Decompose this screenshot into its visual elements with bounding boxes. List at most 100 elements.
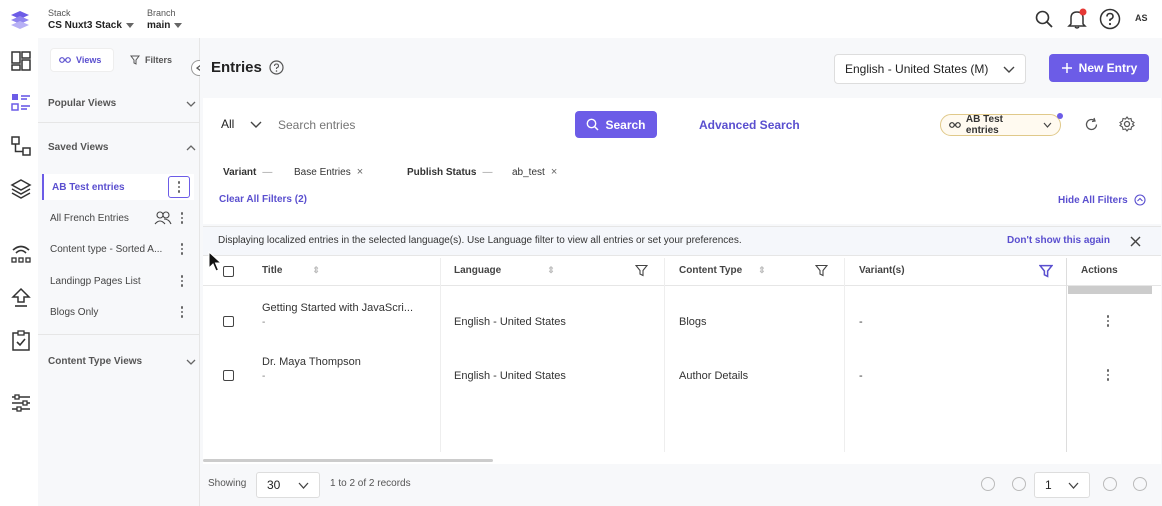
close-icon[interactable]	[1130, 236, 1141, 247]
clear-all-filters-link[interactable]: Clear All Filters (2)	[219, 194, 307, 205]
refresh-icon[interactable]	[1084, 117, 1099, 132]
more-options-icon[interactable]	[174, 272, 190, 290]
dashboard-icon[interactable]	[10, 50, 32, 72]
dont-show-again-link[interactable]: Don't show this again	[1007, 235, 1110, 246]
tab-filters[interactable]: Filters	[122, 48, 186, 72]
horizontal-scrollbar[interactable]	[203, 459, 493, 462]
column-header-language[interactable]: Language ⇕	[454, 265, 555, 276]
divider	[38, 334, 200, 335]
entry-title-link[interactable]: Dr. Maya Thompson	[262, 356, 361, 368]
stack-selector[interactable]: Stack CS Nuxt3 Stack	[48, 8, 134, 31]
entry-content-type: Author Details	[679, 370, 749, 382]
row-actions-icon[interactable]	[1100, 312, 1116, 330]
search-icon[interactable]	[1034, 9, 1054, 29]
column-header-variants[interactable]: Variant(s)	[859, 265, 905, 276]
tasks-icon[interactable]	[10, 330, 32, 352]
row-actions-icon[interactable]	[1100, 366, 1116, 384]
saved-view-item[interactable]: Blogs Only	[42, 299, 194, 325]
next-page-icon[interactable]	[1103, 477, 1117, 491]
previous-page-icon[interactable]	[1012, 477, 1026, 491]
filter-chip-variant-value[interactable]: Base Entries ×	[294, 164, 363, 180]
chevron-down-icon	[1043, 122, 1052, 128]
filter-variant-label: Variant	[223, 166, 257, 178]
saved-view-label: AB Test entries	[52, 181, 125, 193]
page-number-value: 1	[1045, 478, 1052, 492]
content-type-views-header[interactable]: Content Type Views	[48, 356, 196, 367]
assets-layers-icon[interactable]	[10, 178, 32, 200]
more-options-icon[interactable]	[174, 209, 190, 227]
advanced-search-link[interactable]: Advanced Search	[699, 118, 800, 132]
sort-icon[interactable]: ⇕	[547, 265, 555, 276]
releases-icon[interactable]	[10, 242, 32, 264]
close-icon[interactable]: ×	[551, 166, 557, 178]
bell-icon[interactable]	[1066, 8, 1088, 30]
entry-title-link[interactable]: Getting Started with JavaScri...	[262, 302, 413, 314]
hide-all-filters-link[interactable]: Hide All Filters	[1058, 194, 1146, 206]
search-input[interactable]	[278, 114, 558, 136]
search-icon	[587, 118, 600, 131]
chevron-down-icon	[1003, 66, 1015, 73]
chevron-up-circle-icon	[1134, 194, 1146, 206]
select-all-checkbox[interactable]	[223, 266, 234, 277]
saved-views-header[interactable]: Saved Views	[48, 142, 196, 153]
deploy-icon[interactable]	[10, 287, 32, 309]
filter-icon[interactable]	[815, 264, 828, 277]
gear-icon[interactable]	[1119, 116, 1135, 132]
current-view-pill[interactable]: AB Test entries	[940, 114, 1061, 136]
entry-language: English - United States	[454, 316, 566, 328]
chevron-up-icon	[186, 144, 196, 150]
app-logo-icon[interactable]	[8, 8, 32, 30]
chevron-down-icon	[186, 101, 196, 107]
filter-active-icon[interactable]	[1039, 264, 1053, 278]
search-scope-dropdown[interactable]: All	[221, 117, 262, 131]
tab-views[interactable]: Views	[50, 48, 114, 72]
more-options-icon[interactable]	[174, 303, 190, 321]
saved-view-item[interactable]: AB Test entries	[42, 174, 194, 200]
branch-label: Branch	[147, 8, 176, 18]
column-header-title[interactable]: Title ⇕	[262, 265, 320, 276]
saved-view-item[interactable]: All French Entries	[42, 205, 194, 231]
filter-icon[interactable]	[635, 264, 648, 277]
content-models-icon[interactable]	[10, 135, 32, 157]
sort-icon[interactable]: ⇕	[312, 265, 320, 276]
saved-view-item[interactable]: Content type - Sorted A...	[42, 236, 194, 262]
column-content-type-label: Content Type	[679, 265, 743, 276]
stack-label: Stack	[48, 8, 71, 18]
chevron-down-icon	[250, 121, 262, 128]
page-size-value: 30	[267, 478, 281, 492]
tab-views-label: Views	[76, 55, 102, 65]
filter-chip-publish-value[interactable]: ab_test ×	[512, 164, 557, 180]
sort-icon[interactable]: ⇕	[758, 265, 766, 276]
entries-icon[interactable]	[10, 92, 32, 114]
first-page-icon[interactable]	[981, 477, 995, 491]
page-size-dropdown[interactable]: 30	[256, 472, 320, 498]
row-checkbox[interactable]	[223, 316, 234, 327]
more-options-icon[interactable]	[174, 240, 190, 258]
filter-chip-publish-status[interactable]: Publish Status —	[407, 164, 492, 180]
new-entry-button[interactable]: New Entry	[1049, 54, 1149, 82]
close-icon[interactable]: ×	[357, 166, 363, 178]
search-button[interactable]: Search	[575, 111, 657, 138]
avatar[interactable]: AS	[1135, 13, 1148, 23]
unsaved-indicator	[1057, 113, 1063, 119]
page-title: Entries	[211, 59, 262, 76]
saved-view-label: All French Entries	[50, 212, 129, 224]
filter-chip-variant[interactable]: Variant —	[223, 164, 272, 180]
row-checkbox[interactable]	[223, 370, 234, 381]
page-number-dropdown[interactable]: 1	[1034, 472, 1090, 498]
locale-selector[interactable]: English - United States (M)	[834, 54, 1026, 84]
saved-view-label: Blogs Only	[50, 306, 99, 318]
help-icon[interactable]	[269, 60, 284, 75]
last-page-icon[interactable]	[1133, 477, 1147, 491]
saved-view-item[interactable]: Landingp Pages List	[42, 268, 194, 294]
actions-scrollbar[interactable]	[1068, 286, 1152, 294]
branch-selector[interactable]: Branch main	[147, 8, 183, 31]
glasses-icon	[59, 57, 71, 63]
chevron-down-icon	[125, 23, 134, 28]
help-icon[interactable]	[1099, 8, 1121, 30]
popular-views-header[interactable]: Popular Views	[48, 98, 196, 109]
settings-sliders-icon[interactable]	[10, 392, 32, 414]
column-header-content-type[interactable]: Content Type ⇕	[679, 265, 766, 276]
more-options-icon[interactable]	[168, 176, 190, 198]
plus-icon	[1061, 63, 1072, 73]
